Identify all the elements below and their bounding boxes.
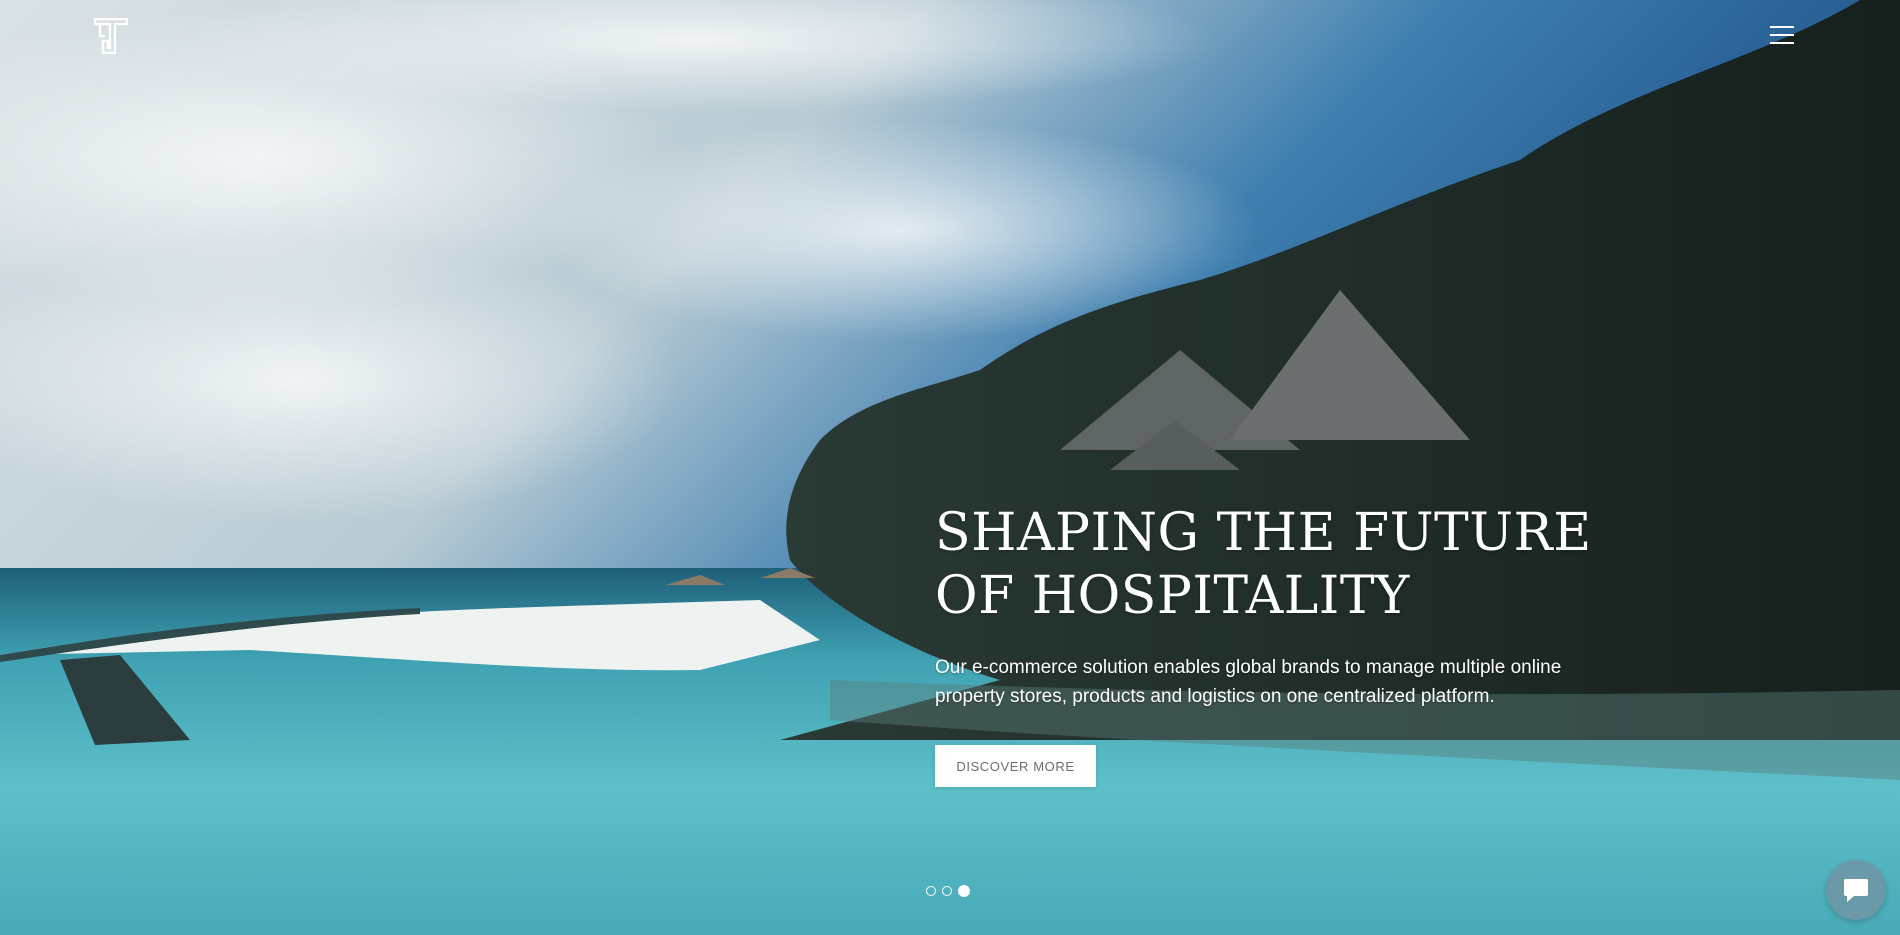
monogram-logo-icon (93, 17, 129, 55)
hamburger-menu-button[interactable] (1768, 24, 1798, 46)
menu-bar-top (1770, 26, 1794, 28)
headline-line-1: SHAPING THE FUTURE (935, 503, 1592, 563)
carousel-dot-1[interactable] (926, 886, 936, 896)
menu-bar-middle (1770, 34, 1794, 36)
headline-line-2: OF HOSPITALITY (935, 566, 1410, 626)
hero-section: SHAPING THE FUTURE OF HOSPITALITY Our e-… (0, 0, 1900, 935)
chat-button[interactable] (1826, 860, 1886, 920)
chat-bubble-icon (1844, 879, 1868, 902)
hero-headline: SHAPING THE FUTURE OF HOSPITALITY (935, 502, 1635, 628)
logo[interactable] (93, 17, 129, 55)
hero-description: Our e-commerce solution enables global b… (935, 657, 1562, 707)
carousel-dot-3-active[interactable] (958, 885, 970, 897)
hero-content: SHAPING THE FUTURE OF HOSPITALITY Our e-… (935, 502, 1635, 787)
menu-bar-bottom (1770, 42, 1794, 44)
carousel-dot-2[interactable] (942, 886, 952, 896)
discover-more-button[interactable]: DISCOVER MORE (935, 745, 1096, 787)
carousel-pagination (926, 885, 970, 897)
hero-background-image (0, 0, 1900, 935)
